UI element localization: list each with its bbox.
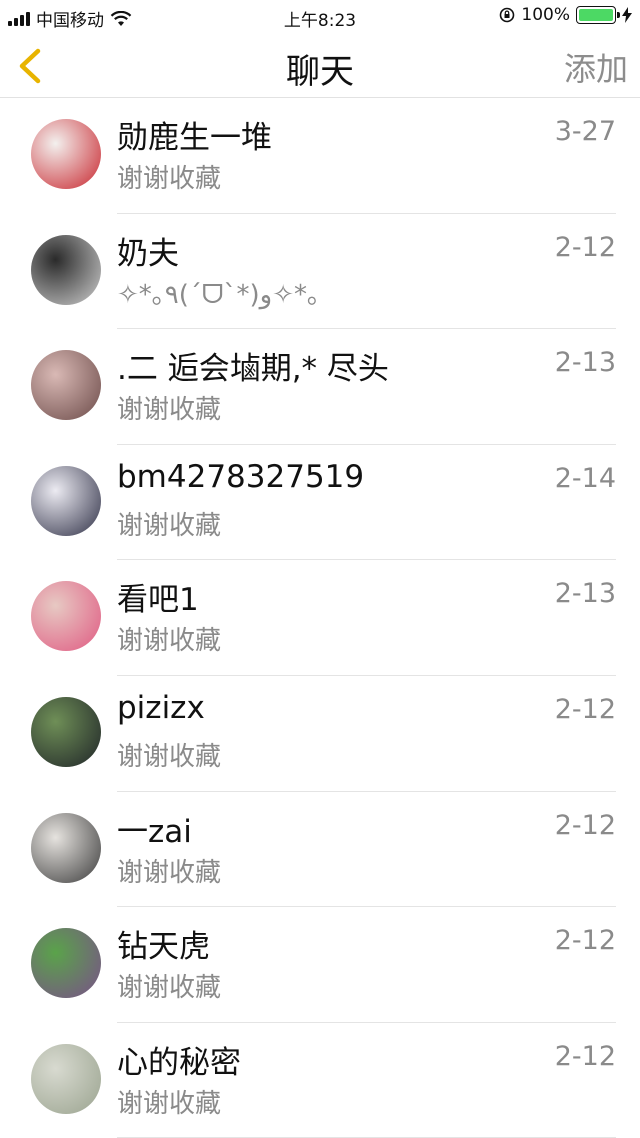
status-bar: 中国移动 上午8:23 100% bbox=[0, 0, 640, 34]
chat-date: 2-13 bbox=[554, 347, 616, 379]
chat-row[interactable]: pizizx 谢谢收藏 2-12 bbox=[0, 676, 640, 792]
chat-message: 谢谢收藏 bbox=[117, 395, 222, 426]
chat-row[interactable]: bm4278327519 谢谢收藏 2-14 bbox=[0, 445, 640, 561]
chat-message: 谢谢收藏 bbox=[117, 626, 222, 657]
rotation-lock-icon bbox=[500, 7, 515, 23]
chat-name: 钻天虎 bbox=[117, 929, 210, 966]
chat-message: 谢谢收藏 bbox=[117, 857, 222, 888]
chat-row[interactable]: .二 逅会塷期,* 尽头谢谢收藏 2-13 bbox=[0, 329, 640, 445]
avatar bbox=[31, 119, 101, 189]
avatar bbox=[31, 465, 101, 536]
chat-date: 3-27 bbox=[554, 116, 616, 147]
nav-bar: 聊天 添加 bbox=[0, 34, 640, 98]
chat-row[interactable]: 看吧1 谢谢收藏 2-13 bbox=[0, 560, 640, 676]
chat-date: 2-12 bbox=[554, 1040, 616, 1072]
avatar bbox=[31, 581, 101, 652]
chat-date: 2-14 bbox=[554, 462, 616, 494]
avatar bbox=[31, 234, 101, 305]
chat-date: 2-12 bbox=[554, 809, 616, 841]
avatar bbox=[31, 928, 101, 999]
chat-message: 谢谢收藏 bbox=[117, 973, 222, 1004]
avatar bbox=[31, 696, 101, 767]
charging-bolt-icon bbox=[622, 7, 632, 23]
chat-date: 2-12 bbox=[554, 231, 616, 263]
chat-name: 心的秘密 bbox=[117, 1044, 241, 1081]
page-title: 聊天 bbox=[286, 52, 354, 92]
chat-name: 勋鹿生一堆 bbox=[117, 120, 272, 156]
chat-name: pizizx bbox=[117, 689, 205, 726]
battery-percent: 100% bbox=[521, 5, 570, 25]
chat-message: 谢谢收藏 bbox=[117, 1088, 222, 1119]
battery-fill bbox=[579, 9, 613, 21]
chat-message: 谢谢收藏 bbox=[117, 741, 222, 772]
chat-name: bm4278327519 bbox=[117, 458, 365, 495]
add-button[interactable]: 添加 bbox=[564, 44, 628, 90]
avatar bbox=[31, 812, 101, 883]
chat-date: 2-12 bbox=[554, 925, 616, 957]
battery-icon bbox=[576, 6, 620, 24]
avatar bbox=[31, 350, 101, 421]
chat-name: 奶夫 bbox=[117, 235, 179, 272]
avatar bbox=[31, 1043, 101, 1114]
chat-message: ✧*｡٩(ˊᗜˋ*)و✧*｡ bbox=[117, 279, 320, 310]
chat-name: .二 逅会塷期,* 尽头 bbox=[117, 351, 389, 388]
chat-row[interactable]: 钻天虎谢谢收藏 2-12 bbox=[0, 907, 640, 1023]
chat-name: 一zai bbox=[117, 813, 192, 850]
chat-row[interactable]: 勋鹿生一堆谢谢收藏 3-27 bbox=[0, 98, 640, 214]
chat-row[interactable]: 心的秘密谢谢收藏 2-12 bbox=[0, 1023, 640, 1138]
chat-date: 2-12 bbox=[554, 693, 616, 725]
chat-message: 谢谢收藏 bbox=[117, 164, 222, 194]
status-right: 100% bbox=[499, 5, 632, 25]
chat-name: 看吧1 bbox=[117, 582, 199, 619]
chat-message: 谢谢收藏 bbox=[117, 510, 222, 541]
chat-date: 2-13 bbox=[554, 578, 616, 610]
chat-row[interactable]: 奶夫 ✧*｡٩(ˊᗜˋ*)و✧*｡ 2-12 bbox=[0, 214, 640, 330]
chat-list: 勋鹿生一堆谢谢收藏 3-27 奶夫 ✧*｡٩(ˊᗜˋ*)و✧*｡ 2-12 .二 逅会塷期… bbox=[0, 98, 640, 1138]
chat-row[interactable]: 一zai 谢谢收藏 2-12 bbox=[0, 792, 640, 908]
